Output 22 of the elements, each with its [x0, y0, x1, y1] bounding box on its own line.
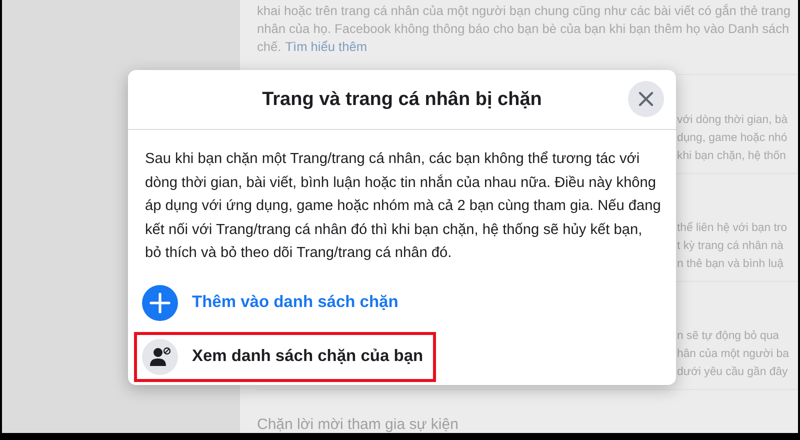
background-text: chế. [257, 38, 282, 56]
background-text: khai hoặc trên trang cá nhân của một người bạn chung cũng như các bài viết có gắn thẻ trang [257, 2, 792, 20]
learn-more-link[interactable]: Tìm hiểu thêm [285, 38, 367, 56]
close-button[interactable] [628, 81, 664, 117]
background-text: với dòng thời gian, bà [677, 113, 789, 128]
close-icon [638, 91, 654, 107]
add-to-block-list-button[interactable]: Thêm vào danh sách chặn [134, 278, 412, 328]
background-text: thể liên hệ với bạn tro [677, 220, 788, 236]
dialog-title: Trang và trang cá nhân bị chặn [262, 88, 542, 110]
background-text: dụng, game hoặc nhó [677, 131, 788, 146]
plus-icon [142, 284, 178, 320]
background-text: khi bạn chặn, hệ thốn [677, 149, 787, 164]
background-text: hân của một người ba [677, 347, 790, 362]
background-text: n sẽ tự động bỏ qua [677, 329, 780, 344]
background-text: dưới yêu cầu gần đây [677, 365, 789, 380]
background-text: nhân của họ. Facebook không thông báo cho bạn bè của bạn khi bạn thêm họ vào Danh sách [257, 20, 790, 38]
background-text: n thẻ bạn và bình luậ [677, 257, 784, 272]
view-block-list-button[interactable]: Xem danh sách chặn của bạn [134, 332, 436, 382]
section-heading: Chặn lời mời tham gia sự kiện [257, 416, 460, 433]
dialog-description: Sau khi bạn chặn một Trang/trang cá nhân, các bạn không thể tương tác với dòng thời gian, bài viết, bình luận hoặc tin nhắn của nhau nữa. Điều này không áp dụng với ứng dụng, game hoặc nhóm mà cả 2 bạn cùng tham gia. Nếu đang kết nối với Trang/trang cá nhân đó thì khi bạn chặn, hệ thống sẽ hủy kết bạn, bỏ thích và bỏ theo dõi Trang/trang cá nhân đó. [144, 150, 662, 263]
background-text: t kỳ trang cá nhân nà [677, 239, 784, 254]
blocked-person-icon [142, 338, 178, 374]
